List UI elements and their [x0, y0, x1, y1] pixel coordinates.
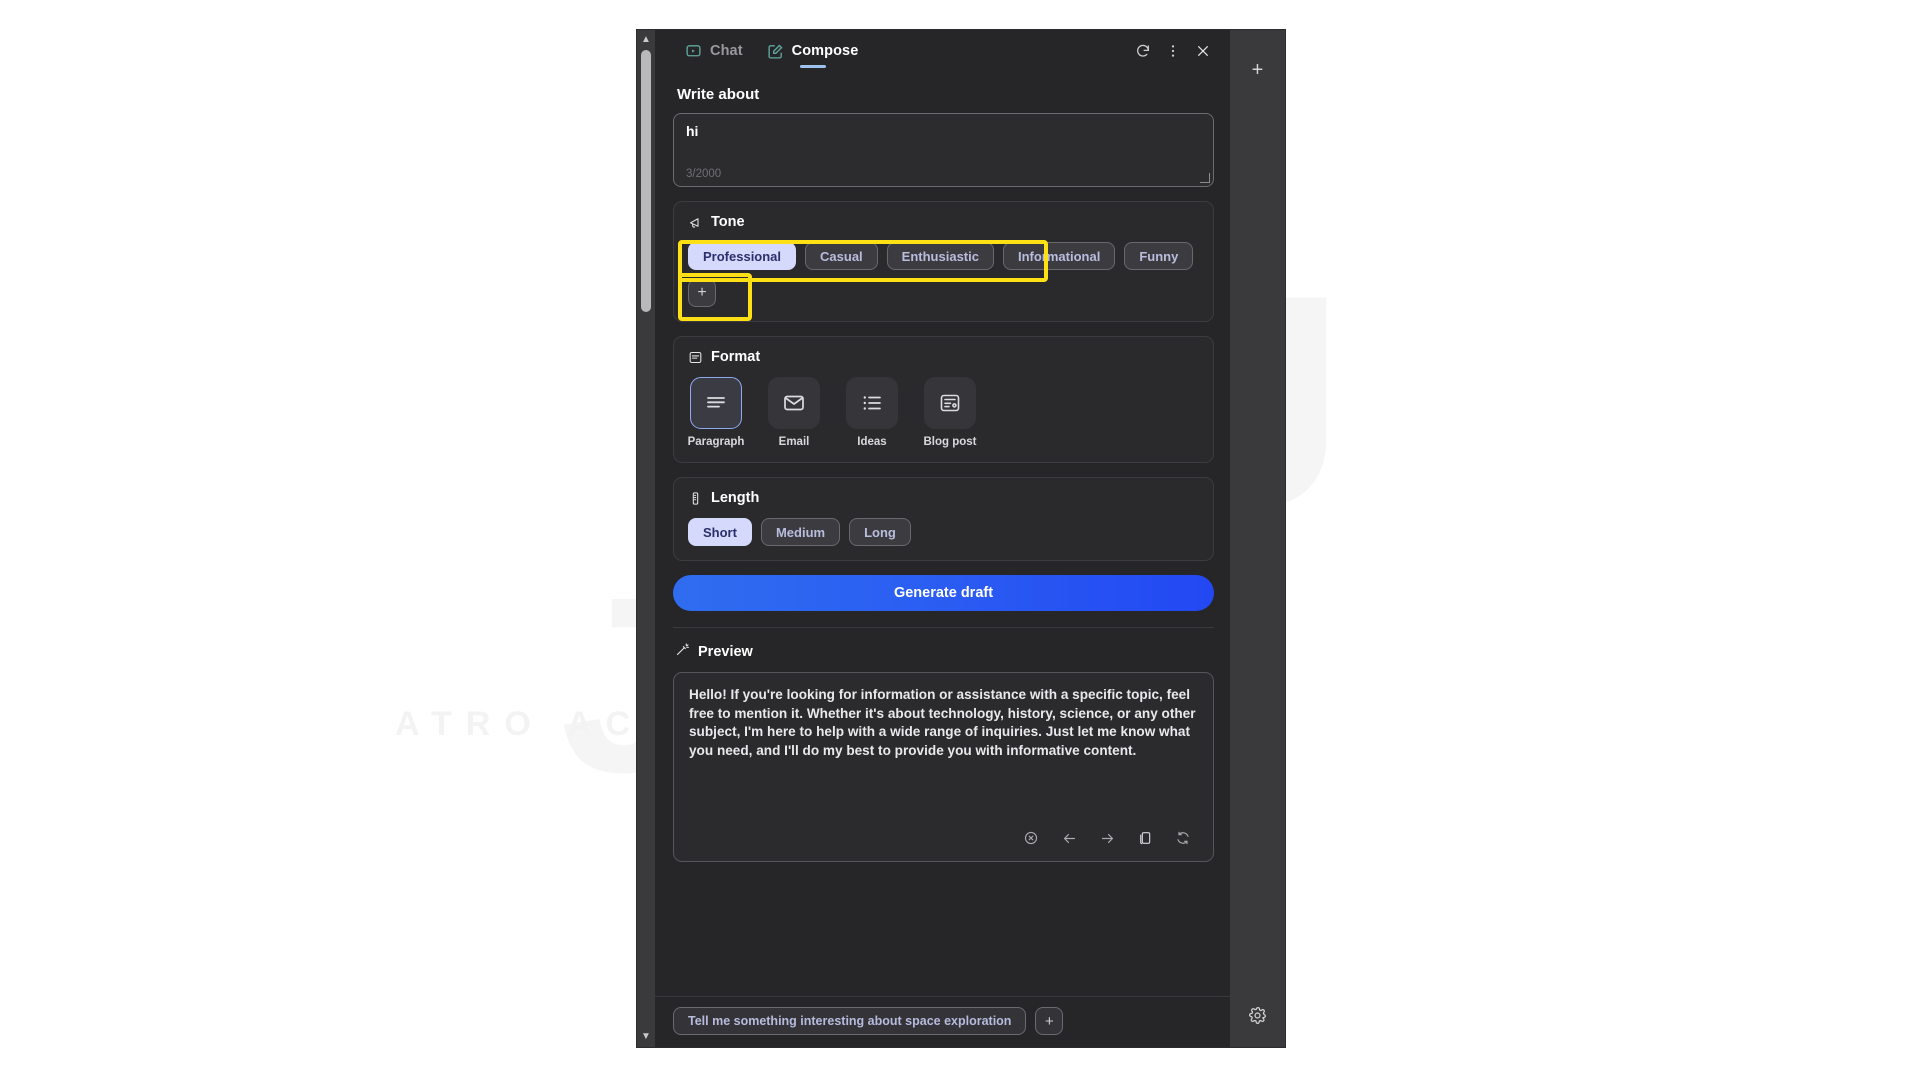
preview-copy-button[interactable]: [1134, 827, 1156, 849]
length-chip-medium[interactable]: Medium: [760, 518, 841, 546]
settings-gear-icon: [1248, 1006, 1267, 1025]
preview-dismiss-button[interactable]: [1020, 827, 1042, 849]
write-about-input[interactable]: hi 3/2000: [673, 113, 1214, 187]
compose-pencil-icon: [767, 43, 784, 60]
format-card: Format Paragraph Email Ideas Blog post: [673, 336, 1214, 463]
copy-icon: [1137, 830, 1153, 846]
length-chip-long[interactable]: Long: [849, 518, 911, 546]
tone-add-button[interactable]: +: [688, 279, 716, 307]
close-circle-icon: [1023, 830, 1039, 846]
settings-button[interactable]: [1244, 1002, 1271, 1029]
refresh-icon: [1135, 43, 1151, 59]
format-label: Format: [711, 349, 761, 365]
bullet-list-icon: [846, 377, 898, 429]
scroll-up-arrow-icon[interactable]: ▲: [640, 34, 652, 46]
preview-regenerate-button[interactable]: [1172, 827, 1194, 849]
format-option-blog-post[interactable]: Blog post: [923, 377, 977, 448]
preview-label: Preview: [698, 644, 753, 660]
length-header: Length: [688, 490, 1199, 506]
format-option-paragraph-label: Paragraph: [687, 436, 745, 448]
tone-chip-enthusiastic[interactable]: Enthusiastic: [886, 242, 994, 270]
tab-chat[interactable]: Chat: [673, 30, 755, 72]
suggestion-chip[interactable]: Tell me something interesting about spac…: [673, 1007, 1027, 1035]
tone-chip-casual[interactable]: Casual: [805, 242, 878, 270]
screen: 9 J J ATRO ACADEMY ▲ ▼ Chat: [0, 0, 1920, 1080]
tone-chip-informational[interactable]: Informational: [1002, 242, 1116, 270]
right-rail: +: [1230, 30, 1285, 1047]
suggestion-add-button[interactable]: +: [1035, 1007, 1064, 1035]
format-option-email[interactable]: Email: [768, 377, 820, 448]
format-option-ideas-label: Ideas: [857, 436, 887, 448]
envelope-icon: [768, 377, 820, 429]
length-label: Length: [711, 490, 760, 506]
preview-previous-button[interactable]: [1058, 827, 1080, 849]
tone-chip-professional[interactable]: Professional: [688, 242, 797, 270]
tone-chip-row: Professional Casual Enthusiastic Informa…: [688, 242, 1199, 307]
new-chat-button[interactable]: +: [1244, 57, 1271, 84]
generate-draft-button[interactable]: Generate draft: [673, 575, 1214, 611]
close-icon: [1195, 43, 1211, 59]
refresh-button[interactable]: [1128, 36, 1158, 66]
format-options: Paragraph Email Ideas Blog post: [688, 377, 1199, 448]
preview-action-row: [689, 827, 1198, 851]
scroll-down-arrow-icon[interactable]: ▼: [640, 1031, 652, 1043]
preview-text: Hello! If you're looking for information…: [689, 687, 1196, 758]
format-document-icon: [688, 350, 703, 365]
chat-bubble-icon: [685, 43, 702, 60]
format-option-blog-post-label: Blog post: [923, 436, 977, 448]
resize-grip-icon[interactable]: [1200, 173, 1210, 183]
tone-megaphone-icon: [688, 215, 703, 230]
compose-panel: Chat Compose Write about hi 3/2000 Tone …: [655, 30, 1230, 1047]
write-about-label: Write about: [677, 86, 760, 103]
paragraph-lines-icon: [690, 377, 742, 429]
blog-post-icon: [924, 377, 976, 429]
more-options-button[interactable]: [1158, 36, 1188, 66]
section-divider: [673, 627, 1214, 628]
format-option-ideas[interactable]: Ideas: [846, 377, 898, 448]
length-chip-short[interactable]: Short: [688, 518, 752, 546]
tone-header: Tone: [688, 214, 1199, 230]
arrow-right-icon: [1099, 830, 1116, 847]
vertical-scrollbar[interactable]: ▲ ▼: [637, 30, 655, 1047]
format-header: Format: [688, 349, 1199, 365]
length-ruler-icon: [688, 491, 703, 506]
compose-form: Write about hi 3/2000 Tone Professional …: [655, 72, 1230, 996]
assistant-window: ▲ ▼ Chat Compose Write about hi 3/2000 T…: [637, 30, 1285, 1047]
tab-chat-label: Chat: [710, 43, 743, 59]
write-about-value: hi: [686, 123, 699, 139]
format-option-email-label: Email: [778, 436, 810, 448]
tab-compose-label: Compose: [791, 43, 859, 59]
length-chip-row: Short Medium Long: [688, 518, 1199, 546]
tab-compose[interactable]: Compose: [755, 30, 871, 72]
preview-next-button[interactable]: [1096, 827, 1118, 849]
regenerate-icon: [1175, 830, 1191, 846]
tone-chip-funny[interactable]: Funny: [1124, 242, 1194, 270]
tone-card: Tone Professional Casual Enthusiastic In…: [673, 201, 1214, 322]
write-about-counter: 3/2000: [686, 168, 722, 180]
tab-bar: Chat Compose: [655, 30, 1230, 72]
format-option-paragraph[interactable]: Paragraph: [687, 377, 745, 448]
magic-wand-icon: [675, 642, 690, 662]
tone-label: Tone: [711, 214, 745, 230]
scrollbar-thumb[interactable]: [641, 50, 651, 312]
arrow-left-icon: [1061, 830, 1078, 847]
preview-output-box: Hello! If you're looking for information…: [673, 672, 1214, 862]
more-vertical-icon: [1165, 43, 1181, 59]
preview-header: Preview: [675, 642, 1214, 662]
suggestion-bar: Tell me something interesting about spac…: [655, 996, 1230, 1047]
close-button[interactable]: [1188, 36, 1218, 66]
length-card: Length Short Medium Long: [673, 477, 1214, 561]
